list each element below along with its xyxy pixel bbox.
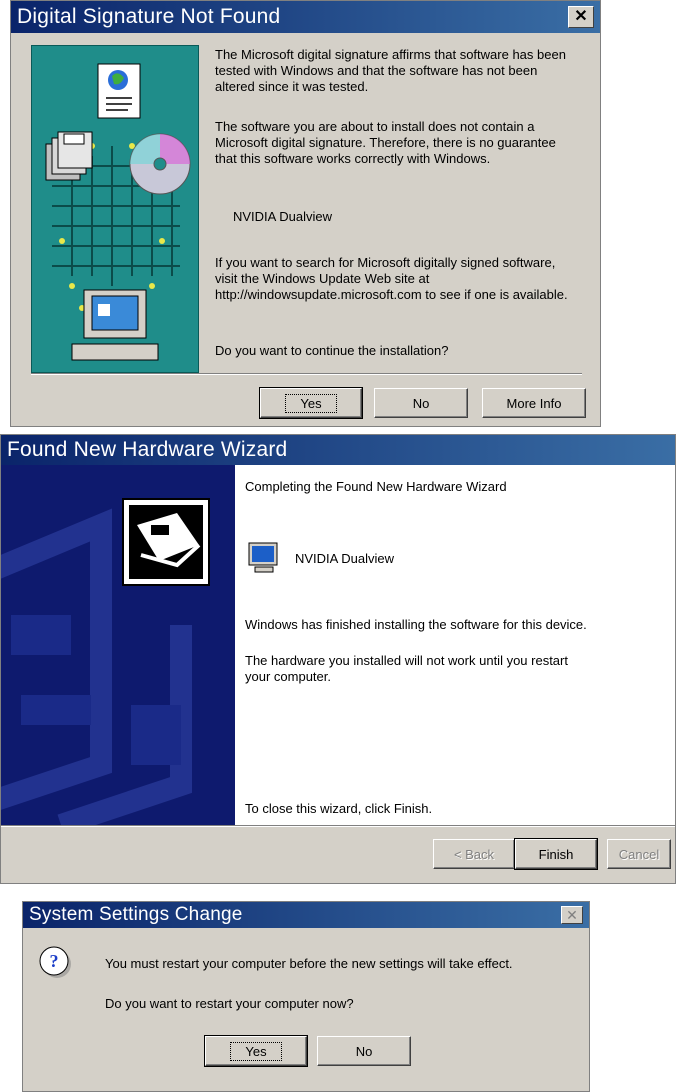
back-button[interactable]: < Back bbox=[433, 839, 515, 869]
wizard-paragraph-1: Windows has finished installing the soft… bbox=[245, 617, 587, 632]
hardware-card-icon bbox=[122, 498, 210, 586]
wizard-close-instruction: To close this wizard, click Finish. bbox=[245, 801, 433, 816]
hardware-wizard-title: Found New Hardware Wizard bbox=[7, 438, 288, 461]
system-settings-title: System Settings Change bbox=[29, 904, 243, 925]
wizard-paragraph-2: The hardware you installed will not work… bbox=[245, 653, 568, 684]
cancel-button[interactable]: Cancel bbox=[607, 839, 671, 869]
system-settings-titlebar[interactable]: System Settings Change ✕ bbox=[23, 902, 589, 928]
more-info-button-label: More Info bbox=[506, 395, 562, 411]
restart-yes-button[interactable]: Yes bbox=[204, 1035, 308, 1067]
restart-no-button-label: No bbox=[355, 1043, 373, 1059]
wizard-device-name: NVIDIA Dualview bbox=[295, 551, 394, 566]
more-info-button[interactable]: More Info bbox=[482, 388, 586, 418]
signature-separator bbox=[31, 373, 582, 375]
restart-yes-button-label: Yes bbox=[230, 1041, 282, 1061]
question-icon: ? bbox=[39, 946, 71, 978]
computer-icon bbox=[71, 289, 159, 361]
back-button-label: < Back bbox=[453, 846, 495, 862]
restart-no-button[interactable]: No bbox=[317, 1036, 411, 1066]
hardware-wizard-dialog: Found New Hardware Wizard Completing the… bbox=[0, 434, 676, 884]
settings-question: Do you want to restart your computer now… bbox=[105, 996, 354, 1011]
signature-illustration bbox=[31, 45, 199, 373]
close-icon[interactable]: ✕ bbox=[561, 906, 583, 924]
wizard-separator bbox=[1, 825, 675, 827]
signature-illustration-art bbox=[45, 63, 191, 361]
signature-paragraph-3: If you want to search for Microsoft digi… bbox=[215, 255, 568, 302]
system-settings-dialog: System Settings Change ✕ ? You must rest… bbox=[22, 901, 590, 1092]
signature-device-name: NVIDIA Dualview bbox=[233, 209, 332, 224]
svg-text:?: ? bbox=[50, 951, 59, 971]
no-button-label: No bbox=[412, 395, 430, 411]
wizard-heading: Completing the Found New Hardware Wizard bbox=[245, 479, 507, 494]
signature-question: Do you want to continue the installation… bbox=[215, 343, 449, 358]
finish-button-label: Finish bbox=[538, 846, 574, 862]
wizard-side-art bbox=[1, 498, 210, 825]
digital-signature-titlebar[interactable]: Digital Signature Not Found ✕ bbox=[11, 1, 600, 33]
wizard-side-graphic bbox=[1, 465, 235, 825]
settings-message: You must restart your computer before th… bbox=[105, 956, 513, 971]
cancel-button-label: Cancel bbox=[618, 846, 660, 862]
close-icon[interactable]: ✕ bbox=[568, 6, 594, 28]
document-icon bbox=[97, 63, 141, 119]
digital-signature-dialog: Digital Signature Not Found ✕ The Micros… bbox=[10, 0, 601, 427]
yes-button-label: Yes bbox=[285, 393, 337, 413]
digital-signature-title: Digital Signature Not Found bbox=[17, 5, 281, 28]
no-button[interactable]: No bbox=[374, 388, 468, 418]
signature-paragraph-2: The software you are about to install do… bbox=[215, 119, 556, 166]
signature-paragraph-1: The Microsoft digital signature affirms … bbox=[215, 47, 566, 94]
hardware-wizard-titlebar[interactable]: Found New Hardware Wizard bbox=[1, 435, 675, 465]
monitor-icon bbox=[248, 542, 278, 573]
cd-icon bbox=[129, 133, 191, 195]
wizard-content-panel: Completing the Found New Hardware Wizard… bbox=[235, 465, 675, 825]
floppy-disk-icon bbox=[45, 131, 93, 181]
yes-button[interactable]: Yes bbox=[259, 387, 363, 419]
finish-button[interactable]: Finish bbox=[514, 838, 598, 870]
